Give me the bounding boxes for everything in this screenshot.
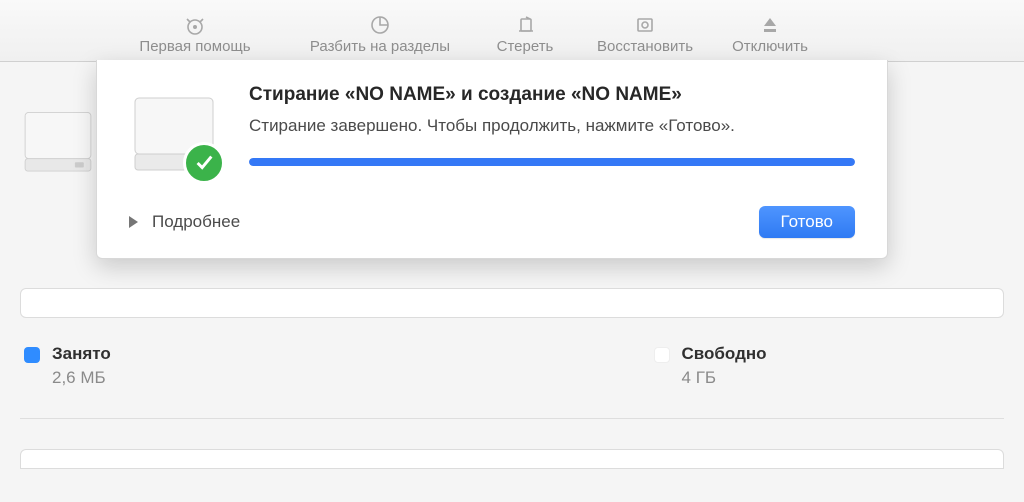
unmount-button[interactable]: Отключить	[720, 14, 820, 55]
disk-success-icon	[129, 84, 225, 178]
details-toggle[interactable]: Подробнее	[129, 212, 240, 232]
used-label: Занято	[52, 344, 111, 364]
toolbar-label: Разбить на разделы	[310, 38, 450, 55]
done-button[interactable]: Готово	[759, 206, 856, 238]
usage-legend: Занято 2,6 МБ Свободно 4 ГБ	[20, 344, 1004, 419]
partition-icon	[366, 14, 394, 36]
partition-button[interactable]: Разбить на разделы	[280, 14, 480, 55]
sheet-title: Стирание «NO NAME» и создание «NO NAME»	[249, 84, 855, 106]
used-swatch-icon	[24, 347, 40, 363]
free-label: Свободно	[682, 344, 767, 364]
used-value: 2,6 МБ	[52, 368, 111, 388]
progress-bar	[249, 158, 855, 166]
restore-icon	[631, 14, 659, 36]
sheet-subtitle: Стирание завершено. Чтобы продолжить, на…	[249, 116, 855, 136]
first-aid-button[interactable]: Первая помощь	[110, 14, 280, 55]
legend-free: Свободно 4 ГБ	[654, 344, 1000, 388]
toolbar-label: Отключить	[732, 38, 808, 55]
toolbar-label: Восстановить	[597, 38, 693, 55]
secondary-bar	[20, 449, 1004, 469]
toolbar: Первая помощь Разбить на разделы Стереть…	[0, 0, 1024, 62]
restore-button[interactable]: Восстановить	[570, 14, 720, 55]
legend-used: Занято 2,6 МБ	[24, 344, 654, 388]
free-swatch-icon	[654, 347, 670, 363]
erase-button[interactable]: Стереть	[480, 14, 570, 55]
free-value: 4 ГБ	[682, 368, 767, 388]
progress-fill	[249, 158, 855, 166]
disclosure-triangle-icon	[129, 216, 138, 228]
checkmark-badge-icon	[183, 142, 225, 184]
eject-icon	[756, 14, 784, 36]
erase-icon	[511, 14, 539, 36]
background-disk-icon	[18, 100, 98, 180]
usage-bar	[20, 288, 1004, 318]
erase-complete-sheet: Стирание «NO NAME» и создание «NO NAME» …	[96, 60, 888, 259]
toolbar-label: Первая помощь	[139, 38, 250, 55]
usage-section: Занято 2,6 МБ Свободно 4 ГБ	[20, 288, 1004, 469]
toolbar-label: Стереть	[497, 38, 554, 55]
details-label: Подробнее	[152, 212, 240, 232]
first-aid-icon	[181, 14, 209, 36]
